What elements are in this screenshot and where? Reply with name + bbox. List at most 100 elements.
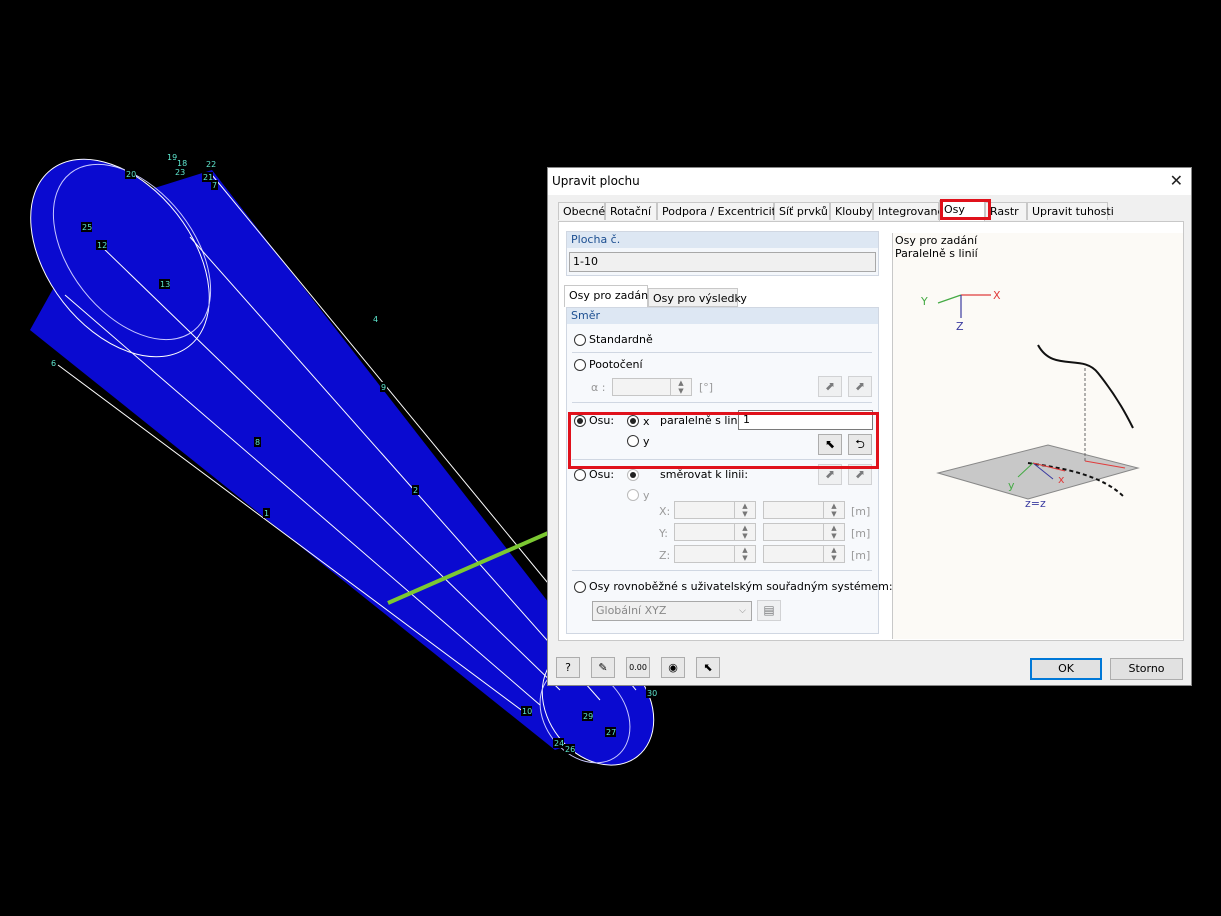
svg-text:13: 13	[160, 280, 170, 289]
cs-select[interactable]: Globální XYZ ⌵	[592, 601, 752, 621]
cancel-button[interactable]: Storno	[1110, 658, 1183, 680]
tab-mesh[interactable]: Síť prvků	[774, 202, 830, 220]
node-label: 6	[50, 358, 57, 368]
node-label: 25	[81, 222, 92, 232]
dialog-title: Upravit plochu	[552, 174, 640, 188]
svg-text:2: 2	[413, 486, 418, 495]
direct-to-line-label: směrovat k linii:	[660, 468, 749, 481]
user-cs-radio[interactable]	[574, 581, 586, 593]
svg-text:10: 10	[522, 707, 532, 716]
node-label: 26	[564, 744, 575, 754]
separator	[572, 570, 872, 571]
node-label: 9	[380, 382, 387, 392]
preview-x-axis: X	[993, 289, 1001, 302]
x2-spinner[interactable]: ▲ ▼	[763, 501, 845, 519]
unit-y: [m]	[851, 527, 871, 540]
node-label: 22	[205, 159, 216, 169]
cs-edit-icon[interactable]: ▤	[757, 600, 781, 621]
svg-text:9: 9	[381, 383, 386, 392]
tab-support-eccentricity[interactable]: Podpora / Excentricita	[657, 202, 783, 220]
preview-z-axis: Z	[956, 320, 964, 333]
x1-spinner[interactable]: ▲ ▼	[674, 501, 756, 519]
surface-number-group: Plocha č. 1-10	[566, 231, 879, 276]
view-eye-icon[interactable]: ◉	[661, 657, 685, 678]
y-radio-disabled[interactable]	[627, 489, 639, 501]
node-label: 1	[263, 508, 270, 518]
node-label: 23	[174, 167, 185, 177]
tab-axes-input[interactable]: Osy pro zadání	[564, 285, 651, 307]
x-radio-disabled[interactable]	[627, 469, 639, 481]
pick-icon-2[interactable]: ⬈	[848, 376, 872, 397]
z1-spinner[interactable]: ▲ ▼	[674, 545, 756, 563]
preview-subtitle: Paralelně s linií	[895, 247, 978, 260]
coord-z-label: Z:	[659, 549, 671, 562]
svg-text:30: 30	[647, 689, 657, 698]
node-label: 24	[553, 738, 564, 748]
axis-label-2: Osu:	[589, 468, 615, 481]
chevron-down-icon: ⌵	[739, 606, 746, 616]
tab-grid[interactable]: Rastr	[985, 202, 1027, 220]
svg-text:27: 27	[606, 728, 616, 737]
dialog-titlebar: Upravit plochu ✕	[548, 168, 1191, 195]
pick-icon[interactable]: ⬈	[818, 376, 842, 397]
node-label: 20	[125, 169, 136, 179]
svg-text:29: 29	[583, 712, 593, 721]
axes-tab-content: Plocha č. 1-10 Osy pro zadání Osy pro vý…	[558, 221, 1184, 641]
tab-axes-results[interactable]: Osy pro výsledky	[648, 288, 747, 307]
svg-text:23: 23	[175, 168, 185, 177]
tab-rotational[interactable]: Rotační	[605, 202, 657, 220]
user-cs-label: Osy rovnoběžné s uživatelským souřadným …	[589, 580, 893, 593]
tab-integrated[interactable]: Integrované	[873, 202, 944, 220]
node-label: 10	[521, 706, 532, 716]
coord-y-label: Y:	[659, 527, 668, 540]
ok-button[interactable]: OK	[1030, 658, 1102, 680]
svg-text:12: 12	[97, 241, 107, 250]
alpha-unit: [°]	[699, 381, 714, 394]
edit-surface-dialog: Upravit plochu ✕ Obecné Rotační Podpora …	[547, 167, 1192, 686]
node-label: 4	[372, 314, 379, 324]
unit-z: [m]	[851, 549, 871, 562]
node-label: 2	[412, 485, 419, 495]
svg-text:6: 6	[51, 359, 56, 368]
preview-title: Osy pro zadání	[895, 234, 978, 247]
tab-hinges[interactable]: Klouby	[830, 202, 873, 220]
rotation-radio[interactable]	[574, 359, 586, 371]
tab-modify-stiffness[interactable]: Upravit tuhosti	[1027, 202, 1114, 220]
standard-label: Standardně	[589, 333, 653, 346]
coord-x-label: X:	[659, 505, 671, 518]
preview-y-axis: Y	[920, 295, 928, 308]
cs-select-value: Globální XYZ	[596, 604, 667, 617]
node-label: 8	[254, 437, 261, 447]
svg-text:24: 24	[554, 739, 564, 748]
axes-preview-graphic: X Y Z x y z=z	[920, 289, 1140, 510]
z2-spinner[interactable]: ▲ ▼	[763, 545, 845, 563]
unit-x: [m]	[851, 505, 871, 518]
node-label: 7	[211, 180, 218, 190]
help-icon[interactable]: ?	[556, 657, 580, 678]
standard-radio[interactable]	[574, 334, 586, 346]
svg-text:7: 7	[212, 181, 217, 190]
axis-direct-radio[interactable]	[574, 469, 586, 481]
edit-note-icon[interactable]: ✎	[591, 657, 615, 678]
select-pick-icon[interactable]: ⬉	[696, 657, 720, 678]
node-label: 30	[646, 688, 657, 698]
svg-text:19: 19	[167, 153, 177, 162]
separator	[572, 402, 872, 403]
units-icon[interactable]: 0.00	[626, 657, 650, 678]
alpha-spinner[interactable]: ▲ ▼	[612, 378, 692, 396]
node-label: 12	[96, 240, 107, 250]
svg-text:8: 8	[255, 438, 260, 447]
close-icon[interactable]: ✕	[1170, 171, 1183, 190]
direction-label: Směr	[567, 308, 878, 324]
node-label: 29	[582, 711, 593, 721]
y2-spinner[interactable]: ▲ ▼	[763, 523, 845, 541]
node-label: 18	[176, 158, 187, 168]
preview-zz: z=z	[1025, 497, 1046, 510]
tab-axes-highlight	[940, 199, 991, 220]
svg-text:4: 4	[373, 315, 378, 324]
tab-general[interactable]: Obecné	[558, 202, 605, 220]
y1-spinner[interactable]: ▲ ▼	[674, 523, 756, 541]
rotation-label: Pootočení	[589, 358, 643, 371]
preview-local-y: y	[1008, 479, 1015, 492]
y-label-disabled: y	[643, 489, 650, 502]
